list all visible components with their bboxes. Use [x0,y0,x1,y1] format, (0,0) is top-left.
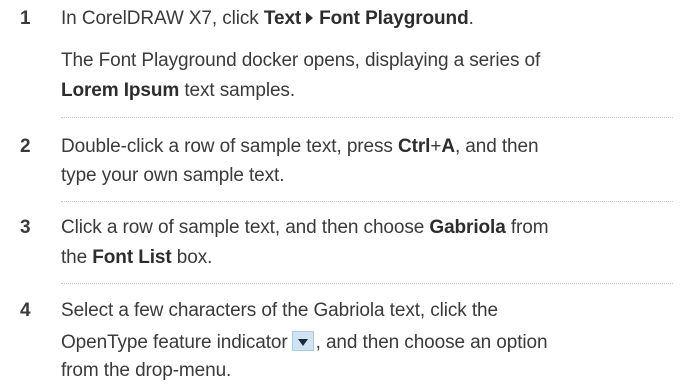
step-number: 1 [20,8,31,29]
step-4-line-2: OpenType feature indicator, and then cho… [61,331,548,353]
step-1-line-2: The Font Playground docker opens, displa… [61,50,541,71]
key-ctrl: Ctrl [397,136,431,157]
step-divider [61,201,673,202]
font-list-box-term: Font List [92,247,172,268]
step-number: 4 [20,300,31,321]
font-gabriola: Gabriola [429,217,506,238]
step-divider [61,117,673,118]
menu-font-playground: Font Playground [319,8,469,29]
step-2-line-2: type your own sample text. [61,165,285,186]
menu-text: Text [263,8,302,29]
step-divider [61,283,673,284]
step-number: 3 [20,217,31,238]
lorem-ipsum-term: Lorem Ipsum [61,80,180,101]
step-3-line-2: the Font List box. [61,247,213,268]
step-number: 2 [20,136,31,157]
step-1-line-3: Lorem Ipsum text samples. [61,80,296,101]
step-4-line-1: Select a few characters of the Gabriola … [61,300,498,321]
menu-arrow-icon [306,12,314,24]
step-4-line-3: from the drop-menu. [61,360,232,381]
opentype-indicator-icon [291,331,314,351]
key-a: A [441,136,455,157]
step-3-line-1: Click a row of sample text, and then cho… [61,217,549,238]
step-1-line-1: In CorelDRAW X7, click Text Font Playgrou… [61,8,474,29]
step-2-line-1: Double-click a row of sample text, press… [61,136,539,157]
